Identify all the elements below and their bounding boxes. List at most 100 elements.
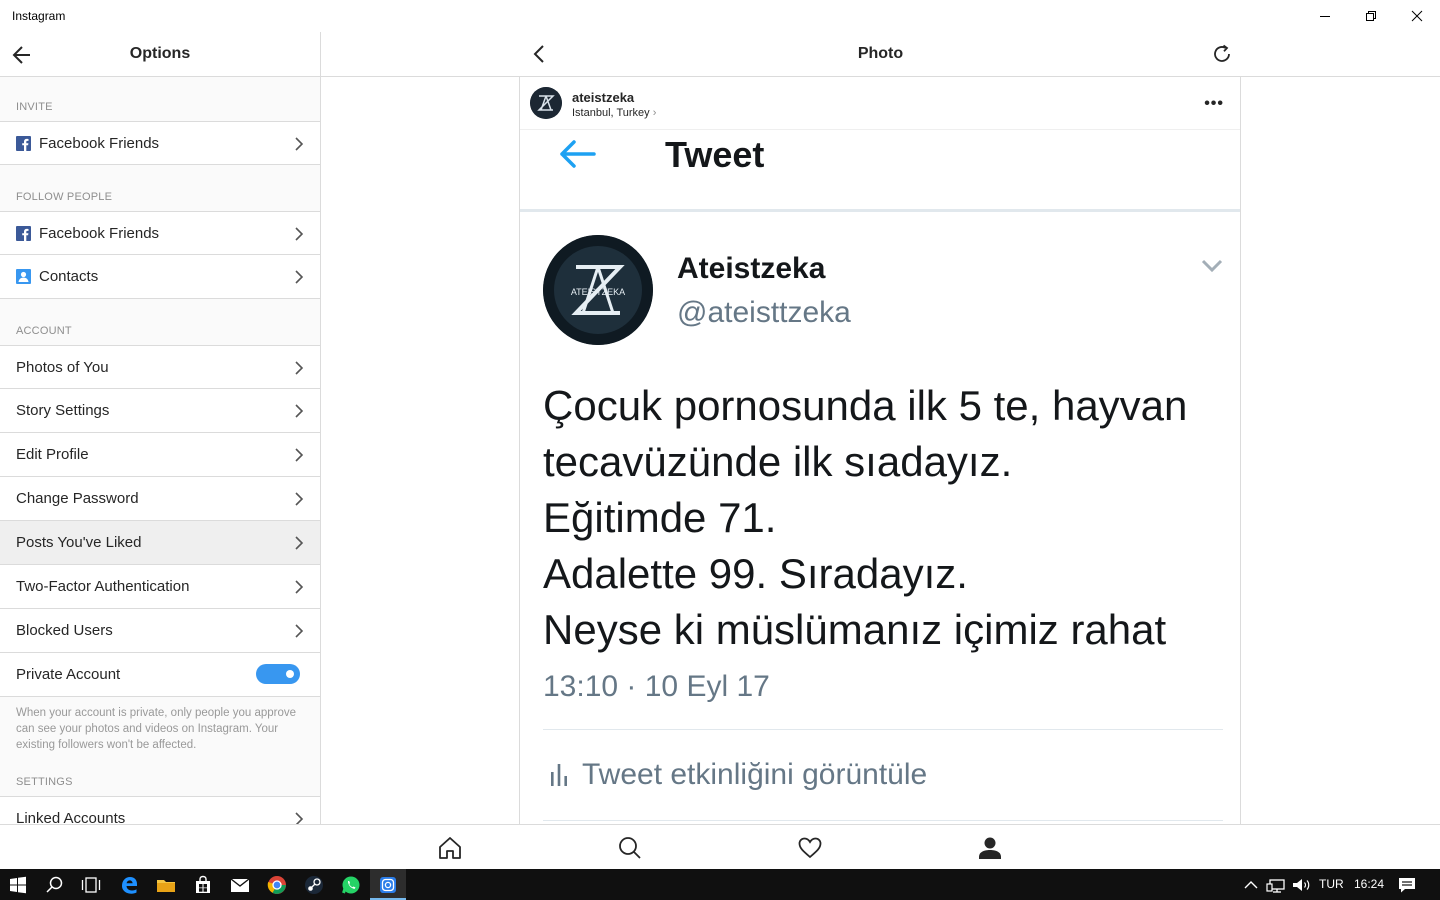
private-account-note: When your account is private, only peopl… bbox=[16, 707, 296, 751]
chevron-right-icon bbox=[295, 361, 304, 375]
chrome-icon[interactable] bbox=[266, 874, 288, 896]
file-explorer-icon[interactable] bbox=[155, 874, 177, 896]
language-indicator[interactable]: TUR bbox=[1319, 877, 1344, 891]
mail-icon[interactable] bbox=[229, 874, 251, 896]
avatar[interactable] bbox=[530, 87, 562, 119]
edge-browser-icon[interactable] bbox=[118, 874, 140, 896]
row-label: Facebook Friends bbox=[39, 224, 160, 242]
profile-icon[interactable] bbox=[977, 835, 1003, 861]
follow-contacts[interactable]: Contacts bbox=[0, 255, 320, 299]
tweet-header-title: Tweet bbox=[665, 134, 765, 175]
row-label: Edit Profile bbox=[16, 446, 89, 463]
photo-title: Photo bbox=[857, 45, 904, 62]
search-icon[interactable] bbox=[617, 835, 643, 861]
section-label-follow-people: FOLLOW PEOPLE bbox=[16, 191, 113, 203]
toggle-knob bbox=[286, 670, 294, 678]
instagram-app-icon[interactable] bbox=[377, 874, 399, 896]
row-label: Private Account bbox=[16, 666, 121, 683]
section-label-account: ACCOUNT bbox=[16, 325, 72, 337]
settings-linked-accounts[interactable]: Linked Accounts bbox=[0, 796, 320, 824]
minimize-button[interactable] bbox=[1302, 0, 1348, 32]
post-header: ateistzeka Istanbul, Turkey › ••• bbox=[520, 77, 1240, 130]
post-card: ateistzeka Istanbul, Turkey › ••• Tweet … bbox=[519, 77, 1241, 824]
divider bbox=[543, 820, 1223, 821]
window-titlebar: Instagram bbox=[0, 0, 1440, 32]
chevron-down-icon bbox=[1201, 259, 1223, 273]
chevron-right-icon bbox=[295, 227, 304, 241]
private-account-toggle[interactable] bbox=[256, 664, 300, 684]
post-photo: Tweet ATEISTZEKA Ateistzeka @ateisttzeka… bbox=[520, 130, 1240, 824]
chevron-right-icon bbox=[295, 270, 304, 284]
account-change-password[interactable]: Change Password bbox=[0, 477, 320, 521]
row-label: Photos of You bbox=[16, 358, 109, 376]
account-photos-of-you[interactable]: Photos of You bbox=[0, 345, 320, 389]
steam-icon[interactable] bbox=[303, 874, 325, 896]
chevron-right-icon bbox=[295, 448, 304, 462]
tweet-topbar: Tweet bbox=[520, 130, 1240, 212]
restore-icon bbox=[1366, 11, 1376, 21]
account-blocked-users[interactable]: Blocked Users bbox=[0, 609, 320, 653]
chevron-right-icon bbox=[295, 580, 304, 594]
contacts-icon bbox=[16, 269, 31, 284]
action-center-icon[interactable] bbox=[1396, 874, 1418, 896]
store-icon[interactable] bbox=[192, 874, 214, 896]
section-label-invite: INVITE bbox=[16, 101, 53, 113]
ateistzeka-logo-icon bbox=[530, 87, 562, 119]
chevron-right-small-icon: › bbox=[652, 107, 657, 119]
account-story-settings[interactable]: Story Settings bbox=[0, 389, 320, 433]
options-header: Options bbox=[0, 32, 320, 77]
chevron-right-icon bbox=[295, 137, 304, 151]
task-view-icon[interactable] bbox=[80, 874, 102, 896]
row-label: Contacts bbox=[39, 268, 99, 285]
account-private-account: Private Account bbox=[0, 653, 320, 697]
close-button[interactable] bbox=[1394, 0, 1440, 32]
back-arrow-icon bbox=[560, 140, 596, 168]
tweet-line: Neyse ki müslümanız içimiz rahat bbox=[543, 606, 1167, 653]
divider bbox=[543, 729, 1223, 730]
whatsapp-icon[interactable] bbox=[340, 874, 362, 896]
clock[interactable]: 16:24 bbox=[1354, 877, 1384, 891]
tweet-activity-link: Tweet etkinliğini görüntüle bbox=[582, 758, 928, 791]
chevron-right-icon bbox=[295, 812, 304, 824]
ateistzeka-logo-icon: ATEISTZEKA bbox=[543, 235, 653, 345]
invite-facebook-friends[interactable]: Facebook Friends bbox=[0, 121, 320, 165]
windows-taskbar: TUR 16:24 bbox=[0, 869, 1440, 900]
tweet-timestamp: 13:10 · 10 Eyl 17 bbox=[543, 670, 770, 703]
row-label: Story Settings bbox=[16, 402, 110, 419]
chevron-right-icon bbox=[295, 624, 304, 638]
windows-start-icon[interactable] bbox=[7, 874, 29, 896]
bottom-tabbar bbox=[0, 824, 1440, 869]
row-label: Facebook Friends bbox=[39, 134, 160, 152]
chevron-right-icon bbox=[295, 492, 304, 506]
more-options-button[interactable]: ••• bbox=[1204, 95, 1224, 113]
window-title: Instagram bbox=[12, 9, 66, 23]
tweet-avatar: ATEISTZEKA bbox=[543, 235, 653, 345]
account-posts-youve-liked[interactable]: Posts You've Liked bbox=[0, 521, 320, 565]
section-label-settings: SETTINGS bbox=[16, 776, 73, 788]
row-label: Two-Factor Authentication bbox=[16, 578, 190, 595]
tweet-line: Çocuk pornosunda ilk 5 te, hayvan bbox=[543, 382, 1188, 429]
restore-button[interactable] bbox=[1348, 0, 1394, 32]
search-icon[interactable] bbox=[44, 874, 66, 896]
row-label: Change Password bbox=[16, 490, 139, 507]
home-icon[interactable] bbox=[437, 835, 463, 861]
analytics-icon bbox=[551, 764, 567, 786]
photo-header: Photo bbox=[321, 32, 1440, 77]
account-edit-profile[interactable]: Edit Profile bbox=[0, 433, 320, 477]
network-icon[interactable] bbox=[1265, 874, 1287, 896]
refresh-icon[interactable] bbox=[1211, 43, 1233, 65]
facebook-icon bbox=[16, 225, 31, 241]
account-two-factor-authentication[interactable]: Two-Factor Authentication bbox=[0, 565, 320, 609]
options-title: Options bbox=[129, 45, 191, 62]
location-text: Istanbul, Turkey bbox=[572, 107, 650, 119]
chevron-right-icon bbox=[295, 536, 304, 550]
tweet-line: Adalette 99. Sıradayız. bbox=[543, 550, 968, 597]
volume-icon[interactable] bbox=[1290, 874, 1312, 896]
heart-icon[interactable] bbox=[797, 835, 823, 861]
chevron-up-icon[interactable] bbox=[1240, 874, 1262, 896]
post-username[interactable]: ateistzeka bbox=[572, 90, 634, 105]
follow-facebook-friends[interactable]: Facebook Friends bbox=[0, 211, 320, 255]
svg-text:ATEISTZEKA: ATEISTZEKA bbox=[571, 287, 625, 297]
row-label: Linked Accounts bbox=[16, 809, 126, 825]
post-location[interactable]: Istanbul, Turkey › bbox=[572, 107, 656, 119]
